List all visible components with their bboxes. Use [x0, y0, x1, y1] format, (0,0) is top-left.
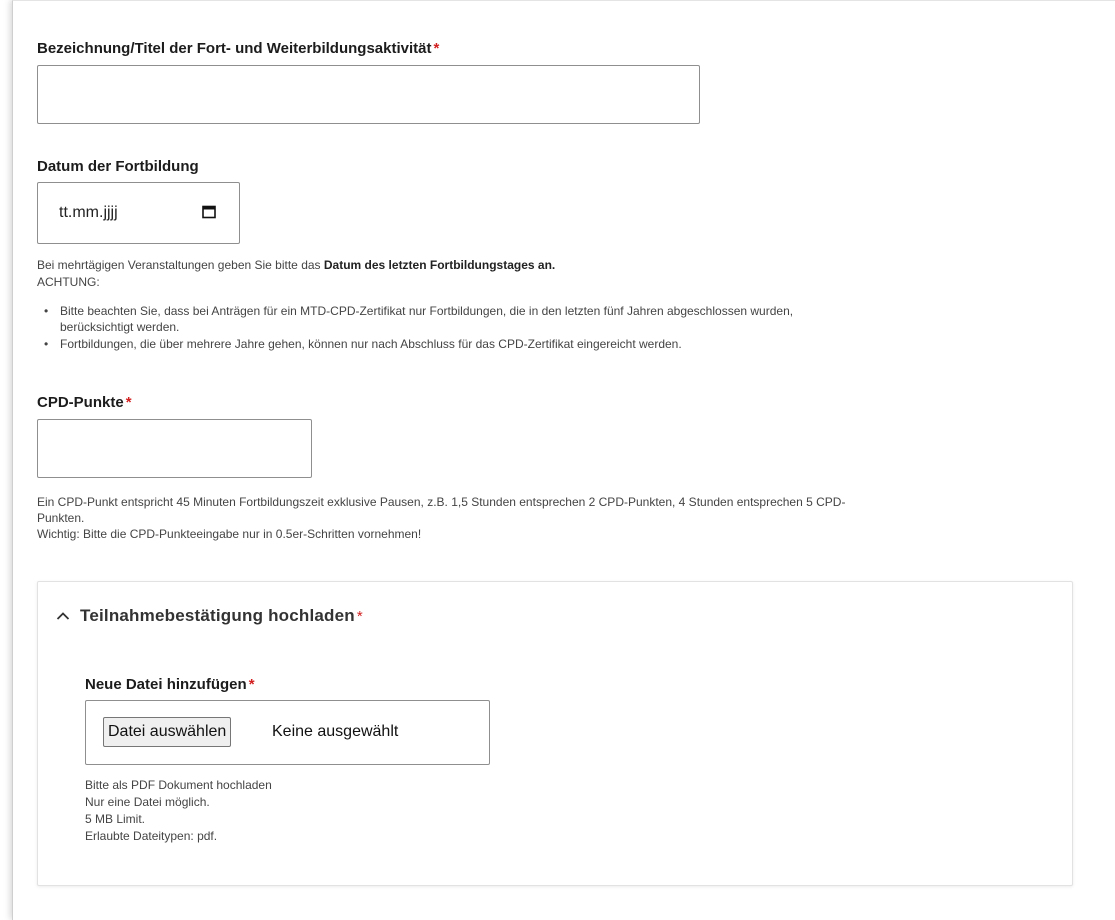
calendar-icon[interactable]	[202, 205, 216, 219]
attention-label: ACHTUNG:	[37, 275, 100, 289]
list-item-line: Bitte beachten Sie, dass bei Anträgen fü…	[60, 304, 794, 318]
file-status-text: Keine ausgewählt	[272, 723, 399, 740]
title-input[interactable]	[37, 65, 700, 124]
cpd-field-label-text: CPD-Punkte	[37, 394, 124, 411]
file-help-line: Nur eine Datei möglich.	[85, 795, 210, 809]
file-help-line: Erlaubte Dateitypen: pdf.	[85, 829, 218, 843]
list-item-line: Fortbildungen, die über mehrere Jahre ge…	[60, 337, 682, 351]
cpd-help-text: Ein CPD-Punkt entspricht 45 Minuten Fort…	[37, 494, 845, 542]
choose-file-button[interactable]: Datei auswählen	[103, 717, 232, 747]
date-placeholder: tt.mm.jjjj	[59, 204, 118, 221]
date-field-label: Datum der Fortbildung	[37, 158, 199, 175]
required-mark: *	[433, 40, 440, 57]
title-field-label-text: Bezeichnung/Titel der Fort- und Weiterbi…	[37, 40, 432, 57]
file-help-text: Bitte als PDF Dokument hochladen Nur ein…	[85, 777, 272, 845]
upload-panel-title: Teilnahmebestätigung hochladen	[80, 606, 355, 625]
cpd-help-line: Punkten.	[37, 511, 85, 525]
required-mark: *	[356, 607, 363, 625]
cpd-points-input[interactable]	[37, 419, 312, 478]
upload-panel: Teilnahmebestätigung hochladen * Neue Dat…	[37, 581, 1073, 886]
list-item: • Fortbildungen, die über mehrere Jahre …	[37, 336, 1077, 352]
file-input[interactable]: Datei auswählen Keine ausgewählt	[85, 700, 490, 765]
file-help-line: Bitte als PDF Dokument hochladen	[85, 778, 272, 792]
file-help-line: 5 MB Limit.	[85, 812, 146, 826]
cpd-field-label: CPD-Punkte *	[37, 394, 132, 411]
date-help-prefix: Bei mehrtägigen Veranstaltungen geben Si…	[37, 258, 324, 272]
chevron-up-icon	[56, 612, 70, 620]
list-item: • Bitte beachten Sie, dass bei Anträgen …	[37, 303, 1077, 335]
date-help-bold: Datum des letzten Fortbildungstages an.	[323, 258, 556, 272]
file-field-label-text: Neue Datei hinzufügen	[85, 676, 247, 693]
required-mark: *	[248, 676, 255, 693]
title-field-label: Bezeichnung/Titel der Fort- und Weiterbi…	[37, 40, 439, 57]
date-help-text: Bei mehrtägigen Veranstaltungen geben Si…	[37, 257, 555, 273]
bullet-icon: •	[44, 337, 49, 351]
required-mark: *	[125, 394, 132, 411]
date-notes-list: • Bitte beachten Sie, dass bei Anträgen …	[37, 303, 1077, 353]
file-field-label: Neue Datei hinzufügen *	[85, 676, 255, 693]
cpd-help-line: Ein CPD-Punkt entspricht 45 Minuten Fort…	[37, 495, 846, 509]
list-item-line: berücksichtigt werden.	[60, 320, 180, 334]
date-input[interactable]: tt.mm.jjjj	[37, 182, 240, 244]
upload-panel-toggle[interactable]: Teilnahmebestätigung hochladen *	[56, 606, 363, 626]
bullet-icon: •	[44, 304, 49, 318]
cpd-help-line: Wichtig: Bitte die CPD-Punkteeingabe nur…	[37, 527, 422, 541]
